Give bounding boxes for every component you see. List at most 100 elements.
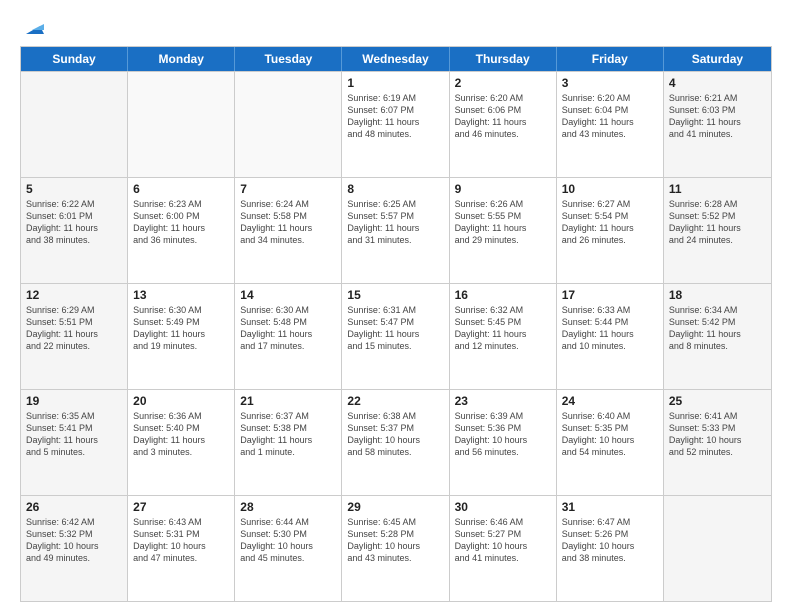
empty-cell	[128, 72, 235, 177]
weekday-header-saturday: Saturday	[664, 47, 771, 71]
day-info: Sunrise: 6:46 AM Sunset: 5:27 PM Dayligh…	[455, 516, 551, 565]
day-cell-7: 7 Sunrise: 6:24 AM Sunset: 5:58 PM Daylig…	[235, 178, 342, 283]
week-row-3: 19 Sunrise: 6:35 AM Sunset: 5:41 PM Dayli…	[21, 389, 771, 495]
day-info: Sunrise: 6:31 AM Sunset: 5:47 PM Dayligh…	[347, 304, 443, 353]
day-number: 8	[347, 182, 443, 196]
empty-cell	[235, 72, 342, 177]
day-info: Sunrise: 6:38 AM Sunset: 5:37 PM Dayligh…	[347, 410, 443, 459]
day-number: 10	[562, 182, 658, 196]
day-cell-6: 6Sunrise: 6:23 AM Sunset: 6:00 PM Daylig…	[128, 178, 235, 283]
header	[20, 16, 772, 36]
day-cell-22: 22 Sunrise: 6:38 AM Sunset: 5:37 PM Dayli…	[342, 390, 449, 495]
day-info: Sunrise: 6:24 AM Sunset: 5:58 PM Dayligh…	[240, 198, 336, 247]
week-row-1: 5 Sunrise: 6:22 AM Sunset: 6:01 PM Daylig…	[21, 177, 771, 283]
logo	[20, 16, 44, 36]
day-cell-14: 14 Sunrise: 6:30 AM Sunset: 5:48 PM Dayli…	[235, 284, 342, 389]
day-number: 23	[455, 394, 551, 408]
day-cell-17: 17 Sunrise: 6:33 AM Sunset: 5:44 PM Dayli…	[557, 284, 664, 389]
day-cell-12: 12 Sunrise: 6:29 AM Sunset: 5:51 PM Dayli…	[21, 284, 128, 389]
day-number: 30	[455, 500, 551, 514]
day-cell-27: 27 Sunrise: 6:43 AM Sunset: 5:31 PM Dayli…	[128, 496, 235, 601]
week-row-2: 12 Sunrise: 6:29 AM Sunset: 5:51 PM Dayli…	[21, 283, 771, 389]
day-info: Sunrise: 6:30 AM Sunset: 5:48 PM Dayligh…	[240, 304, 336, 353]
day-cell-18: 18 Sunrise: 6:34 AM Sunset: 5:42 PM Dayli…	[664, 284, 771, 389]
day-number: 14	[240, 288, 336, 302]
day-number: 5	[26, 182, 122, 196]
day-cell-9: 9Sunrise: 6:26 AM Sunset: 5:55 PM Daylig…	[450, 178, 557, 283]
day-info: Sunrise: 6:20 AM Sunset: 6:06 PM Dayligh…	[455, 92, 551, 141]
day-cell-10: 10 Sunrise: 6:27 AM Sunset: 5:54 PM Dayli…	[557, 178, 664, 283]
day-cell-1: 1Sunrise: 6:19 AM Sunset: 6:07 PM Daylig…	[342, 72, 449, 177]
day-cell-21: 21 Sunrise: 6:37 AM Sunset: 5:38 PM Dayli…	[235, 390, 342, 495]
day-info: Sunrise: 6:29 AM Sunset: 5:51 PM Dayligh…	[26, 304, 122, 353]
day-cell-29: 29Sunrise: 6:45 AM Sunset: 5:28 PM Dayli…	[342, 496, 449, 601]
day-cell-4: 4 Sunrise: 6:21 AM Sunset: 6:03 PM Daylig…	[664, 72, 771, 177]
day-info: Sunrise: 6:39 AM Sunset: 5:36 PM Dayligh…	[455, 410, 551, 459]
day-info: Sunrise: 6:21 AM Sunset: 6:03 PM Dayligh…	[669, 92, 766, 141]
day-info: Sunrise: 6:32 AM Sunset: 5:45 PM Dayligh…	[455, 304, 551, 353]
day-number: 3	[562, 76, 658, 90]
weekday-header-friday: Friday	[557, 47, 664, 71]
day-info: Sunrise: 6:20 AM Sunset: 6:04 PM Dayligh…	[562, 92, 658, 141]
calendar-header: SundayMondayTuesdayWednesdayThursdayFrid…	[21, 47, 771, 71]
day-info: Sunrise: 6:33 AM Sunset: 5:44 PM Dayligh…	[562, 304, 658, 353]
day-cell-2: 2 Sunrise: 6:20 AM Sunset: 6:06 PM Daylig…	[450, 72, 557, 177]
day-info: Sunrise: 6:44 AM Sunset: 5:30 PM Dayligh…	[240, 516, 336, 565]
day-number: 28	[240, 500, 336, 514]
day-cell-25: 25 Sunrise: 6:41 AM Sunset: 5:33 PM Dayli…	[664, 390, 771, 495]
day-cell-31: 31 Sunrise: 6:47 AM Sunset: 5:26 PM Dayli…	[557, 496, 664, 601]
day-number: 22	[347, 394, 443, 408]
day-cell-24: 24 Sunrise: 6:40 AM Sunset: 5:35 PM Dayli…	[557, 390, 664, 495]
day-info: Sunrise: 6:40 AM Sunset: 5:35 PM Dayligh…	[562, 410, 658, 459]
day-cell-5: 5 Sunrise: 6:22 AM Sunset: 6:01 PM Daylig…	[21, 178, 128, 283]
day-info: Sunrise: 6:36 AM Sunset: 5:40 PM Dayligh…	[133, 410, 229, 459]
day-number: 7	[240, 182, 336, 196]
week-row-4: 26Sunrise: 6:42 AM Sunset: 5:32 PM Dayli…	[21, 495, 771, 601]
day-number: 18	[669, 288, 766, 302]
day-number: 2	[455, 76, 551, 90]
day-info: Sunrise: 6:41 AM Sunset: 5:33 PM Dayligh…	[669, 410, 766, 459]
day-number: 1	[347, 76, 443, 90]
day-number: 26	[26, 500, 122, 514]
day-number: 27	[133, 500, 229, 514]
day-info: Sunrise: 6:25 AM Sunset: 5:57 PM Dayligh…	[347, 198, 443, 247]
day-number: 25	[669, 394, 766, 408]
weekday-header-thursday: Thursday	[450, 47, 557, 71]
logo-icon	[22, 16, 44, 38]
day-number: 21	[240, 394, 336, 408]
day-number: 19	[26, 394, 122, 408]
week-row-0: 1Sunrise: 6:19 AM Sunset: 6:07 PM Daylig…	[21, 71, 771, 177]
day-cell-8: 8 Sunrise: 6:25 AM Sunset: 5:57 PM Daylig…	[342, 178, 449, 283]
day-number: 6	[133, 182, 229, 196]
day-cell-15: 15 Sunrise: 6:31 AM Sunset: 5:47 PM Dayli…	[342, 284, 449, 389]
day-number: 13	[133, 288, 229, 302]
empty-cell	[664, 496, 771, 601]
day-number: 4	[669, 76, 766, 90]
day-cell-16: 16Sunrise: 6:32 AM Sunset: 5:45 PM Dayli…	[450, 284, 557, 389]
day-info: Sunrise: 6:47 AM Sunset: 5:26 PM Dayligh…	[562, 516, 658, 565]
day-cell-13: 13Sunrise: 6:30 AM Sunset: 5:49 PM Dayli…	[128, 284, 235, 389]
calendar-body: 1Sunrise: 6:19 AM Sunset: 6:07 PM Daylig…	[21, 71, 771, 601]
day-number: 24	[562, 394, 658, 408]
day-info: Sunrise: 6:26 AM Sunset: 5:55 PM Dayligh…	[455, 198, 551, 247]
day-info: Sunrise: 6:35 AM Sunset: 5:41 PM Dayligh…	[26, 410, 122, 459]
day-info: Sunrise: 6:34 AM Sunset: 5:42 PM Dayligh…	[669, 304, 766, 353]
day-cell-23: 23 Sunrise: 6:39 AM Sunset: 5:36 PM Dayli…	[450, 390, 557, 495]
day-cell-11: 11Sunrise: 6:28 AM Sunset: 5:52 PM Dayli…	[664, 178, 771, 283]
day-info: Sunrise: 6:22 AM Sunset: 6:01 PM Dayligh…	[26, 198, 122, 247]
day-number: 15	[347, 288, 443, 302]
day-number: 12	[26, 288, 122, 302]
day-cell-3: 3 Sunrise: 6:20 AM Sunset: 6:04 PM Daylig…	[557, 72, 664, 177]
day-info: Sunrise: 6:43 AM Sunset: 5:31 PM Dayligh…	[133, 516, 229, 565]
weekday-header-tuesday: Tuesday	[235, 47, 342, 71]
day-info: Sunrise: 6:37 AM Sunset: 5:38 PM Dayligh…	[240, 410, 336, 459]
day-number: 20	[133, 394, 229, 408]
day-number: 17	[562, 288, 658, 302]
weekday-header-monday: Monday	[128, 47, 235, 71]
weekday-header-wednesday: Wednesday	[342, 47, 449, 71]
day-number: 29	[347, 500, 443, 514]
day-number: 31	[562, 500, 658, 514]
day-info: Sunrise: 6:27 AM Sunset: 5:54 PM Dayligh…	[562, 198, 658, 247]
day-cell-28: 28 Sunrise: 6:44 AM Sunset: 5:30 PM Dayli…	[235, 496, 342, 601]
day-cell-19: 19 Sunrise: 6:35 AM Sunset: 5:41 PM Dayli…	[21, 390, 128, 495]
